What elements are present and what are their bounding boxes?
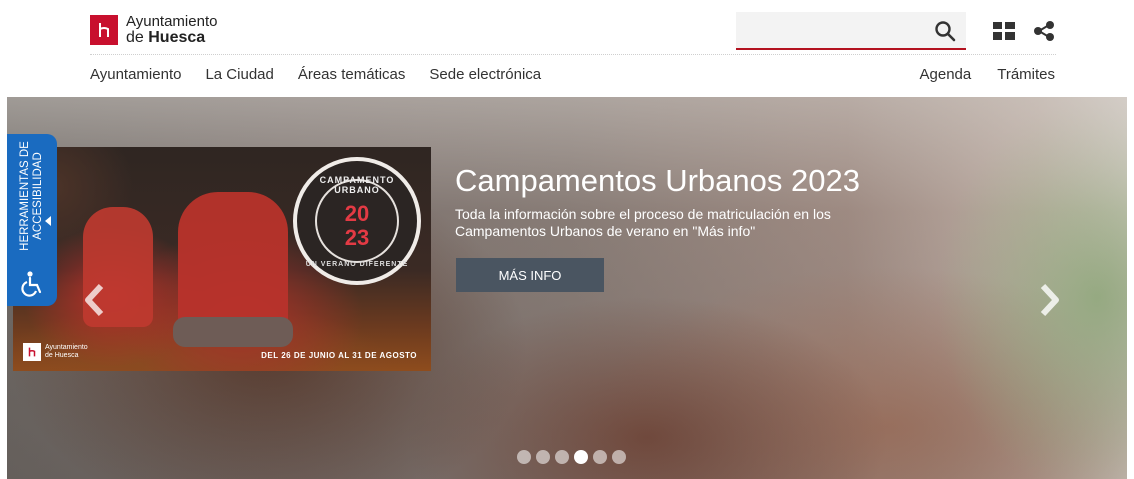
carousel-dot[interactable]	[593, 450, 607, 464]
logo-line2-bold: Huesca	[148, 29, 206, 46]
slide-description: Toda la información sobre el proceso de …	[455, 206, 831, 239]
campamento-badge: CAMPAMENTO URBANO 20 23 UN VERANO DIFERE…	[293, 157, 421, 285]
nav-item-sede-electronica[interactable]: Sede electrónica	[429, 66, 541, 83]
search-icon[interactable]	[934, 20, 956, 42]
hero-carousel: CAMPAMENTO URBANO 20 23 UN VERANO DIFERE…	[7, 97, 1127, 479]
share-icon[interactable]	[1033, 20, 1055, 42]
badge-bottom-text: UN VERANO DIFERENTE	[305, 261, 409, 268]
image-logo-line1: Ayuntamiento	[45, 344, 88, 351]
image-logo-mark-icon	[23, 343, 41, 361]
chevron-right-icon[interactable]	[1039, 282, 1061, 318]
logo-line2-prefix: de	[126, 29, 144, 46]
carousel-dot[interactable]	[536, 450, 550, 464]
site-logo[interactable]: Ayuntamiento de Huesca	[90, 14, 217, 46]
logo-line1: Ayuntamiento	[126, 13, 218, 30]
carousel-dot-active[interactable]	[574, 450, 588, 464]
image-logo: Ayuntamiento de Huesca	[23, 343, 88, 361]
search-input[interactable]	[736, 12, 966, 50]
badge-top-text: CAMPAMENTO URBANO	[319, 175, 395, 195]
logo-mark-icon	[90, 15, 118, 45]
main-nav: Ayuntamiento La Ciudad Áreas temáticas S…	[90, 66, 565, 83]
image-logo-line2: de Huesca	[45, 352, 79, 359]
accessibility-tools-tab[interactable]: HERRAMIENTAS DE ACCESIBILIDAD	[7, 134, 57, 306]
wheelchair-icon	[21, 271, 42, 297]
secondary-nav: Agenda Trámites	[894, 66, 1056, 83]
nav-item-areas-tematicas[interactable]: Áreas temáticas	[298, 66, 406, 83]
site-header: Ayuntamiento de Huesca Ayuntamiento La C…	[0, 0, 1134, 97]
carousel-dot[interactable]	[555, 450, 569, 464]
badge-year-1: 20	[344, 201, 370, 226]
accessibility-label: HERRAMIENTAS DE ACCESIBILIDAD	[19, 141, 44, 251]
carousel-dot[interactable]	[612, 450, 626, 464]
image-dates: DEL 26 DE JUNIO AL 31 DE AGOSTO	[261, 351, 417, 360]
carousel-indicators	[517, 450, 631, 464]
nav-item-ayuntamiento[interactable]: Ayuntamiento	[90, 66, 181, 83]
nav-item-tramites[interactable]: Trámites	[997, 66, 1055, 83]
nav-item-agenda[interactable]: Agenda	[920, 66, 972, 83]
chevron-left-icon[interactable]	[83, 282, 105, 318]
header-divider	[90, 54, 1056, 55]
carousel-dot[interactable]	[517, 450, 531, 464]
grid-icon[interactable]	[993, 22, 1015, 40]
caret-left-icon	[45, 216, 51, 226]
slide-image[interactable]: CAMPAMENTO URBANO 20 23 UN VERANO DIFERE…	[13, 147, 431, 371]
slide-title: Campamentos Urbanos 2023	[455, 163, 860, 198]
more-info-button[interactable]: MÁS INFO	[456, 258, 604, 292]
nav-item-la-ciudad[interactable]: La Ciudad	[205, 66, 273, 83]
badge-year-2: 23	[344, 225, 370, 250]
